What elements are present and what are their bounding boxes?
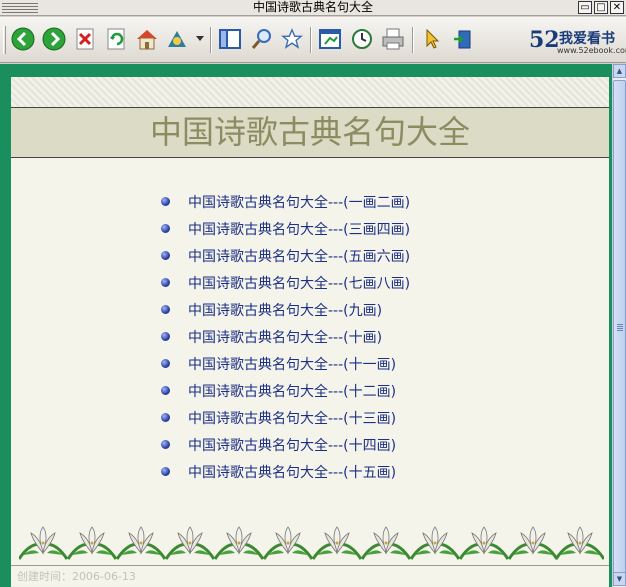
chapter-link[interactable]: 中国诗歌古典名句大全---(三画四画) — [188, 219, 410, 239]
history-clock-icon — [352, 29, 372, 49]
bullet-icon — [161, 386, 170, 395]
printer-icon — [382, 28, 404, 50]
stop-icon — [76, 28, 94, 50]
logo-number: 52 — [529, 27, 560, 53]
chapter-link[interactable]: 中国诗歌古典名句大全---(十三画) — [188, 408, 396, 428]
chapter-link[interactable]: 中国诗歌古典名句大全---(九画) — [188, 300, 382, 320]
search-icon — [251, 29, 271, 49]
star-icon — [281, 28, 303, 49]
home-icon — [137, 30, 157, 50]
chapter-link[interactable]: 中国诗歌古典名句大全---(五画六画) — [188, 246, 410, 266]
sidebar-button[interactable] — [217, 26, 243, 52]
window-icon — [319, 29, 341, 49]
page-frame: 中国诗歌古典名句大全 中国诗歌古典名句大全---(一画二画) 中国诗歌古典名句大… — [0, 64, 612, 587]
bullet-icon — [161, 332, 170, 341]
sidebar-panel-icon — [219, 29, 241, 49]
minimize-button[interactable]: ▭ — [578, 1, 592, 14]
toolbar-separator — [310, 27, 312, 53]
chapter-link[interactable]: 中国诗歌古典名句大全---(十一画) — [188, 354, 396, 374]
list-item: 中国诗歌古典名句大全---(一画二画) — [161, 188, 410, 215]
bullet-icon — [161, 197, 170, 206]
back-arrow-icon — [11, 27, 35, 51]
bullet-icon — [161, 305, 170, 314]
refresh-icon — [107, 28, 125, 50]
list-item: 中国诗歌古典名句大全---(五画六画) — [161, 242, 410, 269]
site-logo: 52 我爱看书 www.52ebook.com — [527, 27, 626, 57]
close-button[interactable]: ✕ — [610, 1, 624, 14]
bullet-icon — [161, 224, 170, 233]
bullet-icon — [161, 467, 170, 476]
bullet-icon — [161, 413, 170, 422]
media-dropdown[interactable] — [193, 26, 207, 52]
favorites-button[interactable] — [279, 26, 305, 52]
list-item: 中国诗歌古典名句大全---(十五画) — [161, 458, 410, 485]
scroll-up-arrow[interactable]: ▲ — [613, 64, 626, 78]
list-item: 中国诗歌古典名句大全---(七画八画) — [161, 269, 410, 296]
history-button[interactable] — [349, 26, 375, 52]
chapter-list: 中国诗歌古典名句大全---(一画二画) 中国诗歌古典名句大全---(三画四画) … — [161, 188, 410, 485]
thumb-grip — [617, 324, 623, 332]
list-item: 中国诗歌古典名句大全---(三画四画) — [161, 215, 410, 242]
content-page: 中国诗歌古典名句大全 中国诗歌古典名句大全---(一画二画) 中国诗歌古典名句大… — [11, 77, 609, 587]
list-item: 中国诗歌古典名句大全---(十二画) — [161, 377, 410, 404]
list-item: 中国诗歌古典名句大全---(十四画) — [161, 431, 410, 458]
media-icon — [168, 31, 186, 47]
chapter-link[interactable]: 中国诗歌古典名句大全---(十四画) — [188, 435, 396, 455]
home-button[interactable] — [134, 26, 160, 52]
chapter-link[interactable]: 中国诗歌古典名句大全---(十五画) — [188, 462, 396, 482]
new-window-button[interactable] — [317, 26, 343, 52]
hatched-header-strip — [11, 77, 609, 107]
title-banner: 中国诗歌古典名句大全 — [11, 107, 609, 158]
list-item: 中国诗歌古典名句大全---(十画) — [161, 323, 410, 350]
back-button[interactable] — [10, 26, 36, 52]
chapter-link[interactable]: 中国诗歌古典名句大全---(十二画) — [188, 381, 396, 401]
forward-arrow-icon — [42, 27, 66, 51]
vertical-scrollbar[interactable]: ▲ ▼ — [612, 64, 626, 587]
print-button[interactable] — [380, 26, 406, 52]
logo-url: www.52ebook.com — [557, 46, 626, 55]
toolbar-separator — [210, 27, 212, 53]
chevron-down-icon — [196, 36, 204, 41]
maximize-button[interactable]: □ — [594, 1, 608, 14]
stop-button[interactable] — [73, 26, 99, 52]
refresh-button[interactable] — [104, 26, 130, 52]
creation-date: 创建时间：2006-06-13 — [17, 570, 136, 583]
cursor-tool-button[interactable] — [419, 26, 445, 52]
bullet-icon — [161, 251, 170, 260]
exit-button[interactable] — [450, 26, 476, 52]
footer-divider — [11, 565, 609, 566]
media-button[interactable] — [164, 26, 190, 52]
chapter-link[interactable]: 中国诗歌古典名句大全---(十画) — [188, 327, 382, 347]
page-title: 中国诗歌古典名句大全 — [149, 113, 470, 151]
list-item: 中国诗歌古典名句大全---(十一画) — [161, 350, 410, 377]
cursor-icon — [426, 28, 440, 49]
chapter-link[interactable]: 中国诗歌古典名句大全---(七画八画) — [188, 273, 410, 293]
bullet-icon — [161, 359, 170, 368]
scroll-down-arrow[interactable]: ▼ — [613, 572, 626, 586]
scroll-thumb[interactable] — [613, 80, 626, 578]
toolbar-separator — [412, 27, 414, 53]
window-title: 中国诗歌古典名句大全 — [252, 0, 373, 14]
chapter-link[interactable]: 中国诗歌古典名句大全---(一画二画) — [188, 192, 410, 212]
bullet-icon — [161, 440, 170, 449]
search-button[interactable] — [249, 26, 275, 52]
bullet-icon — [161, 278, 170, 287]
forward-button[interactable] — [41, 26, 67, 52]
toolbar: 52 我爱看书 www.52ebook.com — [0, 17, 626, 63]
toolbar-grip[interactable] — [3, 26, 6, 54]
title-bar: 中国诗歌古典名句大全 ▭ □ ✕ — [0, 0, 626, 16]
exit-door-icon — [454, 30, 471, 49]
list-item: 中国诗歌古典名句大全---(十三画) — [161, 404, 410, 431]
floral-border-decoration — [19, 525, 604, 561]
logo-text: 我爱看书 — [559, 31, 615, 47]
list-item: 中国诗歌古典名句大全---(九画) — [161, 296, 410, 323]
